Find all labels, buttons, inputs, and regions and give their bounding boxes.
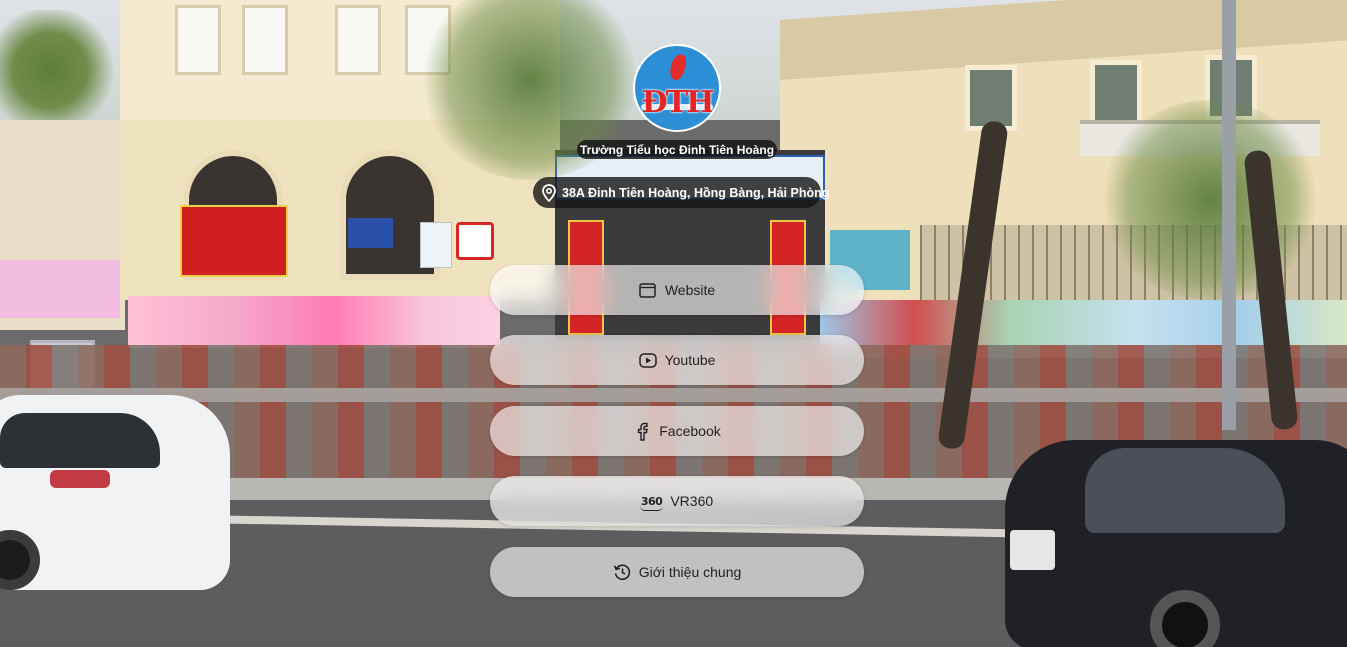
no-smoking-sign [456, 222, 494, 260]
logo-text: ĐTH [641, 84, 715, 120]
window [242, 5, 288, 75]
youtube-label: Youtube [664, 352, 716, 368]
pink-banner [0, 260, 120, 318]
youtube-play-icon [638, 351, 657, 369]
blue-signboard [348, 218, 393, 248]
history-icon [613, 563, 631, 581]
red-signboard [180, 205, 288, 277]
facebook-icon [633, 422, 651, 441]
tree-left [0, 10, 120, 130]
window [1090, 60, 1142, 126]
school-name-label: Trường Tiểu học Đinh Tiên Hoàng [577, 140, 777, 159]
youtube-button[interactable]: Youtube [490, 335, 864, 385]
window [335, 5, 381, 75]
introduction-button[interactable]: Giới thiệu chung [490, 547, 864, 597]
map-pin-icon [541, 183, 557, 203]
sidewalk-band [0, 388, 1347, 402]
building-far-left [0, 120, 125, 435]
mural-left [128, 296, 500, 348]
notice-board [420, 222, 452, 268]
website-button[interactable]: Website [490, 265, 864, 315]
dark-car [1005, 440, 1347, 647]
facebook-label: Facebook [659, 423, 721, 439]
school-logo: ĐTH [633, 44, 721, 132]
address-text: 38A Đinh Tiên Hoàng, Hồng Bàng, Hải Phòn… [562, 185, 830, 200]
website-label: Website [664, 282, 716, 298]
lamp-pole [1222, 0, 1236, 430]
white-car [0, 395, 230, 590]
window [175, 5, 221, 75]
browser-window-icon [639, 281, 657, 299]
vr360-icon: 360 [639, 494, 664, 511]
torch-flame-icon [666, 52, 690, 82]
tree-foliage [1100, 100, 1320, 300]
facebook-button[interactable]: Facebook [490, 406, 864, 456]
vr360-label: VR360 [670, 493, 714, 509]
vr360-button[interactable]: 360 VR360 [490, 476, 864, 526]
address-pill[interactable]: 38A Đinh Tiên Hoàng, Hồng Bàng, Hải Phòn… [533, 177, 829, 208]
introduction-label: Giới thiệu chung [638, 564, 742, 580]
